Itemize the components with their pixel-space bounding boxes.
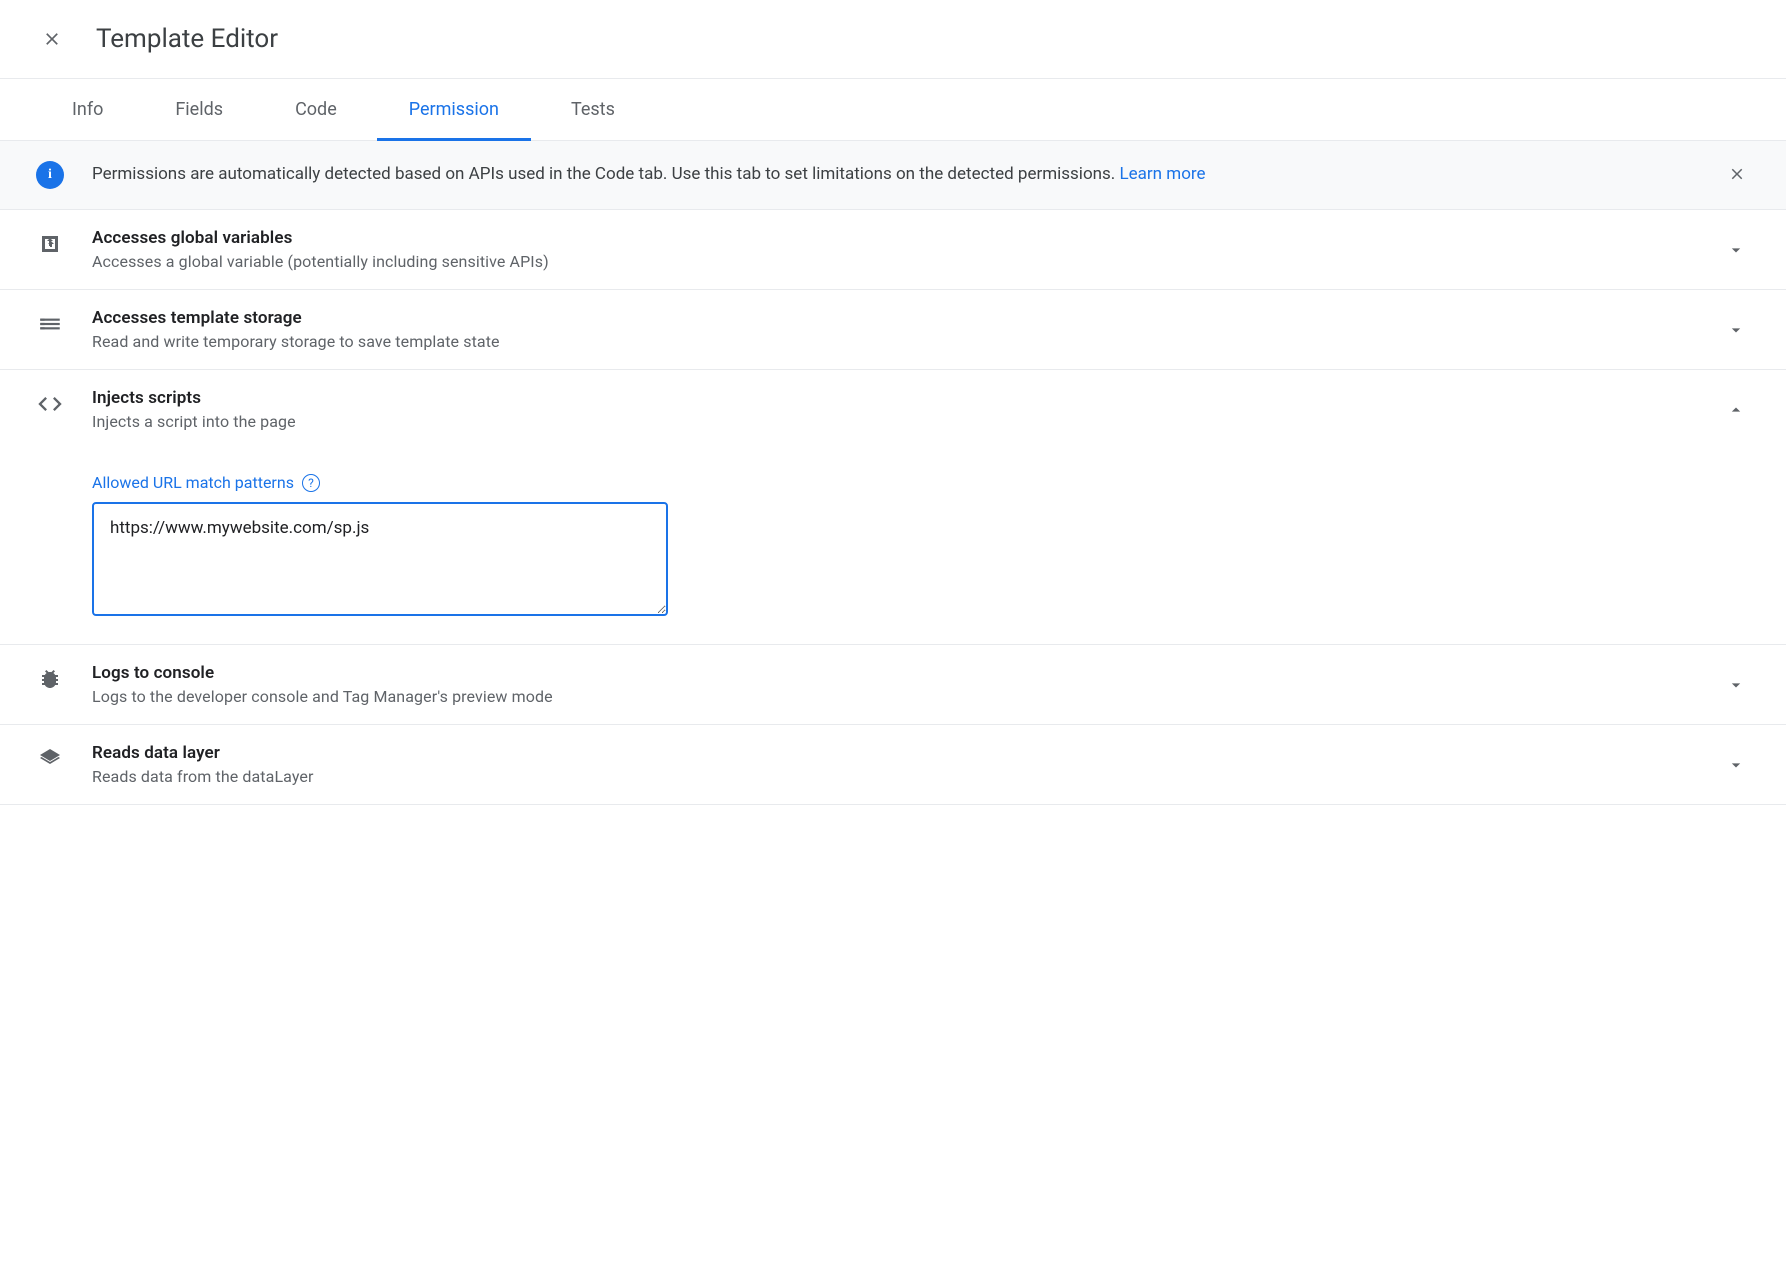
field-label-row: Allowed URL match patterns ? xyxy=(92,473,1750,492)
chevron-down-icon xyxy=(1722,236,1750,264)
tab-permission[interactable]: Permission xyxy=(377,79,531,140)
permission-text: Accesses global variables Accesses a glo… xyxy=(92,228,1694,271)
permission-header[interactable]: Logs to console Logs to the developer co… xyxy=(0,645,1786,724)
field-label: Allowed URL match patterns xyxy=(92,473,294,492)
banner-text: Permissions are automatically detected b… xyxy=(92,164,1120,184)
tab-info[interactable]: Info xyxy=(40,79,135,140)
tabs: Info Fields Code Permission Tests xyxy=(0,79,1786,141)
layers-icon xyxy=(36,745,64,773)
permission-text: Logs to console Logs to the developer co… xyxy=(92,663,1694,706)
allowed-url-patterns-input[interactable] xyxy=(92,502,668,616)
bug-icon xyxy=(36,665,64,693)
info-banner: i Permissions are automatically detected… xyxy=(0,141,1786,210)
permission-template-storage: Accesses template storage Read and write… xyxy=(0,290,1786,370)
permission-header[interactable]: Injects scripts Injects a script into th… xyxy=(0,370,1786,449)
permission-global-variables: Accesses global variables Accesses a glo… xyxy=(0,210,1786,290)
permission-title: Accesses template storage xyxy=(92,308,1694,328)
info-icon: i xyxy=(36,161,64,189)
code-icon xyxy=(36,390,64,418)
permission-title: Reads data layer xyxy=(92,743,1694,763)
header: Template Editor xyxy=(0,0,1786,79)
close-icon xyxy=(42,29,62,49)
permission-text: Injects scripts Injects a script into th… xyxy=(92,388,1694,431)
tab-tests[interactable]: Tests xyxy=(539,79,647,140)
permission-header[interactable]: Accesses global variables Accesses a glo… xyxy=(0,210,1786,289)
permission-title: Logs to console xyxy=(92,663,1694,683)
permission-subtitle: Accesses a global variable (potentially … xyxy=(92,252,1694,271)
info-text: Permissions are automatically detected b… xyxy=(92,161,1696,188)
chevron-down-icon xyxy=(1722,671,1750,699)
global-variable-icon xyxy=(36,230,64,258)
learn-more-link[interactable]: Learn more xyxy=(1120,164,1206,184)
tab-code[interactable]: Code xyxy=(263,79,369,140)
permission-subtitle: Read and write temporary storage to save… xyxy=(92,332,1694,351)
permission-subtitle: Injects a script into the page xyxy=(92,412,1694,431)
dismiss-banner-button[interactable] xyxy=(1724,161,1750,187)
permission-body: Allowed URL match patterns ? xyxy=(0,473,1786,644)
permission-reads-datalayer: Reads data layer Reads data from the dat… xyxy=(0,725,1786,805)
permission-text: Accesses template storage Read and write… xyxy=(92,308,1694,351)
permission-title: Injects scripts xyxy=(92,388,1694,408)
chevron-up-icon xyxy=(1722,396,1750,424)
permission-injects-scripts: Injects scripts Injects a script into th… xyxy=(0,370,1786,645)
close-icon xyxy=(1728,165,1746,183)
permission-subtitle: Reads data from the dataLayer xyxy=(92,767,1694,786)
storage-icon xyxy=(36,310,64,338)
chevron-down-icon xyxy=(1722,316,1750,344)
tab-fields[interactable]: Fields xyxy=(143,79,255,140)
permission-title: Accesses global variables xyxy=(92,228,1694,248)
permission-logs-console: Logs to console Logs to the developer co… xyxy=(0,645,1786,725)
help-icon[interactable]: ? xyxy=(302,474,320,492)
permission-header[interactable]: Reads data layer Reads data from the dat… xyxy=(0,725,1786,804)
chevron-down-icon xyxy=(1722,751,1750,779)
page-title: Template Editor xyxy=(96,24,278,54)
permission-text: Reads data layer Reads data from the dat… xyxy=(92,743,1694,786)
close-button[interactable] xyxy=(40,27,64,51)
permission-header[interactable]: Accesses template storage Read and write… xyxy=(0,290,1786,369)
permission-subtitle: Logs to the developer console and Tag Ma… xyxy=(92,687,1694,706)
